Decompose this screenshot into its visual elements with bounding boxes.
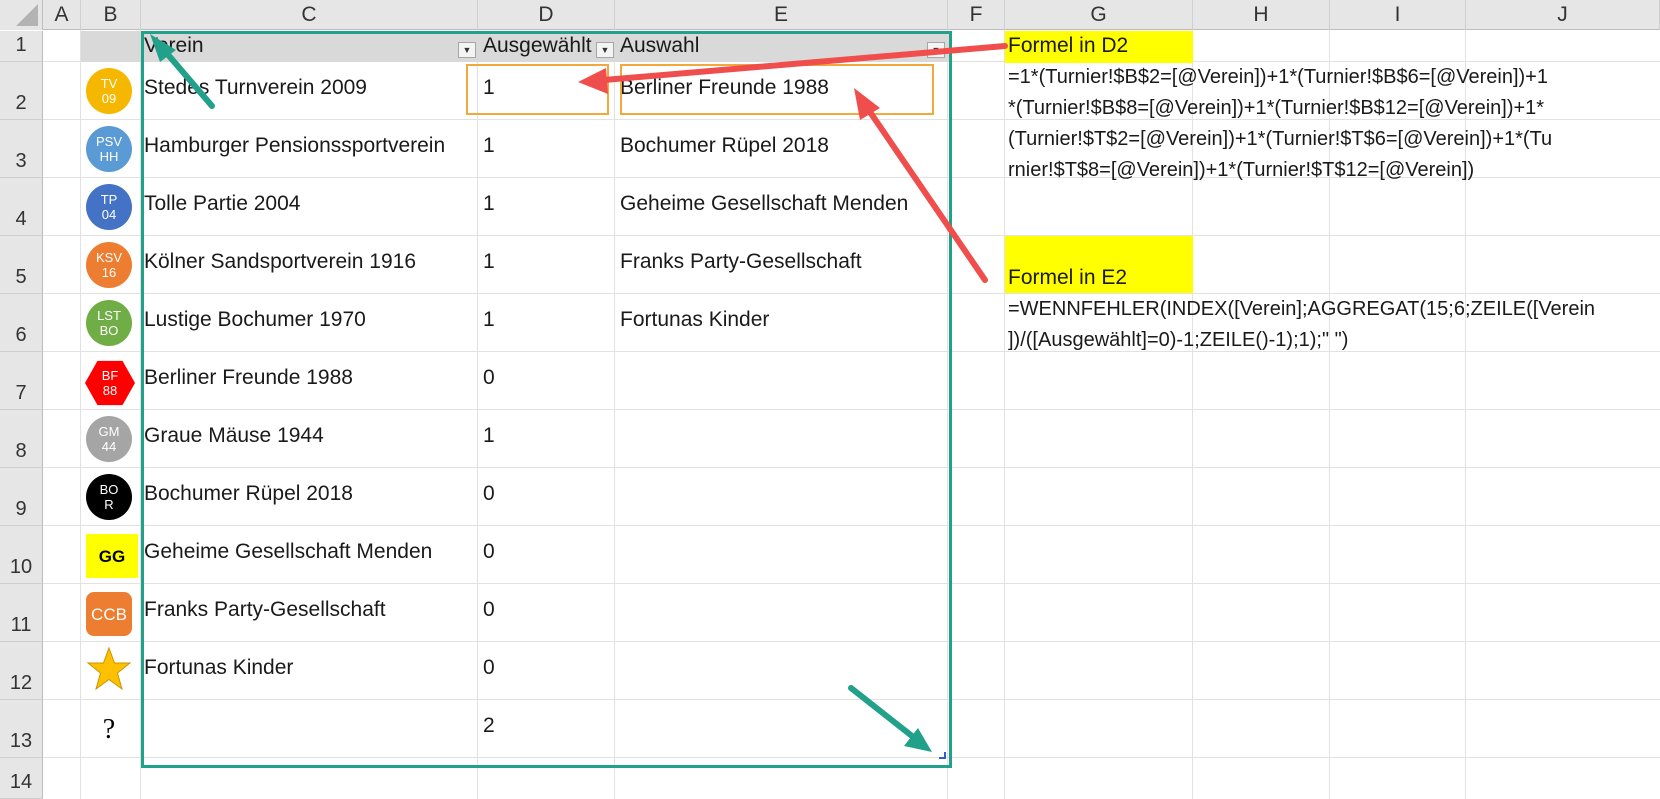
logo-line-1: KSV <box>95 250 122 265</box>
logo-line-2: HH <box>99 149 119 164</box>
column-gridline <box>1004 30 1005 799</box>
note-d2-formula-line: =1*(Turnier!$B$2=[@Verein])+1*(Turnier!$… <box>1008 66 1548 88</box>
logo-line-2: 09 <box>101 91 117 106</box>
logo-line-1: GM <box>98 424 120 439</box>
note-d2-formula-line: (Turnier!$T$2=[@Verein])+1*(Turnier!$T$6… <box>1008 128 1553 150</box>
column-header-i[interactable]: I <box>1330 0 1466 30</box>
row-header-1[interactable]: 1 <box>0 31 43 62</box>
note-d2-formula-line: rnier!$T$8=[@Verein])+1*(Turnier!$T$12=[… <box>1008 159 1475 181</box>
logo-line-2: 16 <box>101 265 117 280</box>
table-selection-border <box>141 31 952 768</box>
row-header-9[interactable]: 9 <box>0 468 43 526</box>
lstbo-logo: LST BO <box>86 300 132 346</box>
row-header-7[interactable]: 7 <box>0 352 43 410</box>
column-gridline <box>80 30 81 799</box>
logo-text: GG <box>98 546 126 566</box>
select-all-triangle-icon <box>16 4 38 26</box>
row-header-4[interactable]: 4 <box>0 178 43 236</box>
column-header-b[interactable]: B <box>81 0 141 30</box>
psvhh-logo: PSV HH <box>86 126 132 172</box>
select-all-corner[interactable] <box>0 0 43 30</box>
logo-line-2: R <box>104 497 114 512</box>
star-icon <box>86 646 132 692</box>
row-header-13[interactable]: 13 <box>0 700 43 758</box>
note-d2-label: Formel in D2 <box>1008 34 1129 57</box>
column-header-h[interactable]: H <box>1193 0 1330 30</box>
ksv16-logo: KSV 16 <box>86 242 132 288</box>
row-header-3[interactable]: 3 <box>0 120 43 178</box>
logo-line-1: LST <box>97 308 121 323</box>
tv09-logo: TV 09 <box>86 68 132 114</box>
logo-line-2: 04 <box>101 207 117 222</box>
tp04-logo: TP 04 <box>86 184 132 230</box>
logo-line-1: BF <box>101 368 119 383</box>
table-resize-handle-icon[interactable] <box>939 752 946 759</box>
logo-line-2: BO <box>99 323 119 338</box>
bf88-logo: BF 88 <box>85 360 135 406</box>
row-header-10[interactable]: 10 <box>0 526 43 584</box>
column-header-g[interactable]: G <box>1005 0 1193 30</box>
logo-line-1: BO <box>99 482 119 497</box>
column-header-f[interactable]: F <box>948 0 1005 30</box>
row-header-2[interactable]: 2 <box>0 62 43 120</box>
question-mark: ? <box>102 713 116 745</box>
note-e2-formula-line: ])/([Ausgewählt]=0)-1;ZEILE()-1);1);" ") <box>1008 329 1349 351</box>
column-header-c[interactable]: C <box>141 0 478 30</box>
logo-line-2: 44 <box>101 439 117 454</box>
logo-line-1: PSV <box>95 134 122 149</box>
note-e2-formula-line: =WENNFEHLER(INDEX([Verein];AGGREGAT(15;6… <box>1008 298 1596 320</box>
row-header-11[interactable]: 11 <box>0 584 43 642</box>
ccb-logo: CCB <box>86 592 132 636</box>
column-header-d[interactable]: D <box>478 0 615 30</box>
row-header-8[interactable]: 8 <box>0 410 43 468</box>
logo-line-1: TV <box>100 76 118 91</box>
row-header-12[interactable]: 12 <box>0 642 43 700</box>
row-header-6[interactable]: 6 <box>0 294 43 352</box>
gm44-logo: GM 44 <box>86 416 132 462</box>
row-header-14[interactable]: 14 <box>0 758 43 799</box>
column-header-j[interactable]: J <box>1466 0 1660 30</box>
logo-line-2: 88 <box>102 383 118 398</box>
note-e2-label: Formel in E2 <box>1008 266 1128 289</box>
note-d2-formula-line: *(Turnier!$B$8=[@Verein])+1*(Turnier!$B$… <box>1008 97 1545 119</box>
row-header-5[interactable]: 5 <box>0 236 43 294</box>
logo-line-1: TP <box>100 192 118 207</box>
column-header-e[interactable]: E <box>615 0 948 30</box>
column-header-a[interactable]: A <box>43 0 81 30</box>
question-icon: ? <box>86 706 132 752</box>
bor-logo: BO R <box>86 474 132 520</box>
logo-text: CCB <box>91 604 127 624</box>
gg-logo: GG <box>86 534 138 578</box>
